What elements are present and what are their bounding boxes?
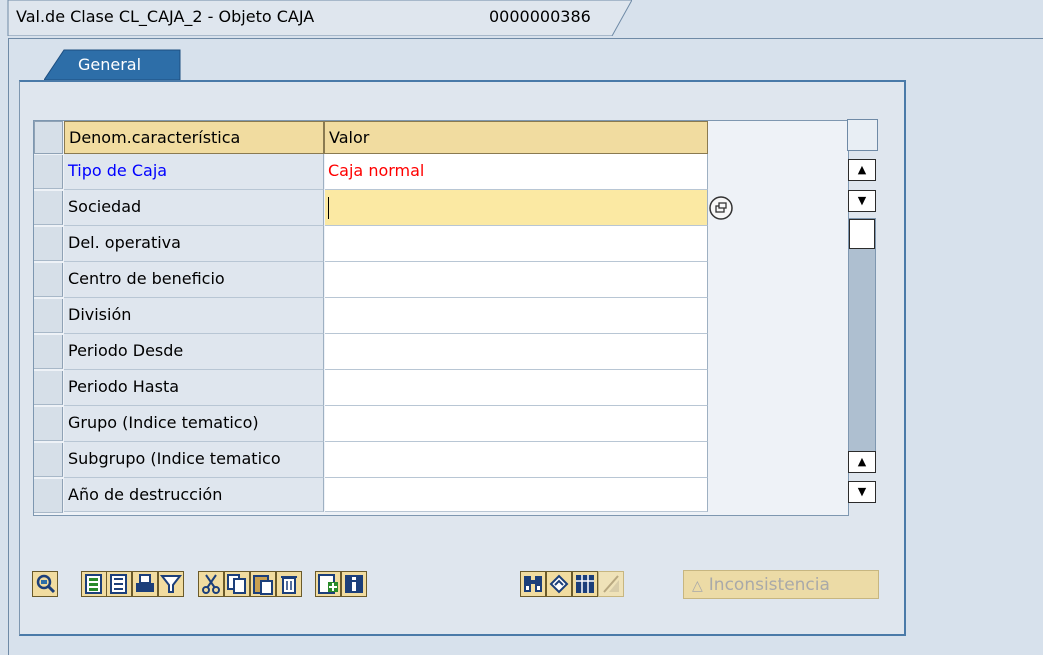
table-row-value[interactable]: Caja normal <box>325 154 708 190</box>
table-row-value[interactable] <box>325 442 708 478</box>
tab-general-label[interactable]: General <box>78 55 141 74</box>
scrollbar-thumb[interactable] <box>849 219 875 249</box>
table-row-value[interactable] <box>325 406 708 442</box>
row-selector[interactable] <box>34 191 63 225</box>
row-selector[interactable] <box>34 443 63 477</box>
insert-row-icon[interactable] <box>315 571 341 597</box>
vertical-scrollbar[interactable] <box>848 218 876 452</box>
row-selector[interactable] <box>34 227 63 261</box>
table-row-name: Periodo Desde <box>64 334 324 370</box>
details-icon[interactable] <box>32 571 58 597</box>
table-row-name: Tipo de Caja <box>64 154 324 190</box>
find-icon[interactable] <box>520 571 546 597</box>
row-selector[interactable] <box>34 407 63 441</box>
filter-icon[interactable] <box>158 571 184 597</box>
table-settings-button[interactable] <box>847 119 878 151</box>
table-row-value[interactable] <box>325 478 708 512</box>
delete-icon[interactable] <box>276 571 302 597</box>
sociedad-value-input[interactable] <box>325 190 708 226</box>
table-row-name: Sociedad <box>64 190 324 226</box>
inconsistency-button[interactable]: △ Inconsistencia <box>683 570 879 599</box>
column-header-value[interactable]: Valor <box>324 121 708 154</box>
table-row-value[interactable] <box>325 262 708 298</box>
undo-icon[interactable] <box>546 571 572 597</box>
table-row-name: Periodo Hasta <box>64 370 324 406</box>
information-icon[interactable] <box>341 571 367 597</box>
warning-icon: △ <box>692 578 703 594</box>
table-row-name: División <box>64 298 324 334</box>
screen-title: Val.de Clase CL_CAJA_2 - Objeto CAJA <box>16 7 315 26</box>
print-icon[interactable] <box>132 571 158 597</box>
deselect-all-icon[interactable] <box>106 571 132 597</box>
scroll-page-down-button[interactable]: ▼ <box>848 190 876 212</box>
table-row-name: Año de destrucción <box>64 478 324 512</box>
row-selector[interactable] <box>34 263 63 297</box>
row-selector[interactable] <box>34 155 63 189</box>
cut-icon[interactable] <box>198 571 224 597</box>
table-row-name: Grupo (Indice tematico) <box>64 406 324 442</box>
table-row-name: Del. operativa <box>64 226 324 262</box>
table-row-value[interactable] <box>325 370 708 406</box>
layout-icon[interactable] <box>572 571 598 597</box>
object-number: 0000000386 <box>489 7 591 26</box>
row-selector[interactable] <box>34 479 63 513</box>
column-header-characteristic[interactable]: Denom.característica <box>64 121 324 154</box>
table-row-name: Centro de beneficio <box>64 262 324 298</box>
value-help-icon[interactable] <box>708 195 734 221</box>
scroll-page-up-button[interactable]: ▲ <box>848 159 876 181</box>
table-row-value[interactable] <box>325 334 708 370</box>
row-selector[interactable] <box>34 335 63 369</box>
row-selector[interactable] <box>34 371 63 405</box>
paste-icon[interactable] <box>250 571 276 597</box>
copy-icon[interactable] <box>224 571 250 597</box>
sum-icon[interactable] <box>598 571 624 597</box>
table-row-name: Subgrupo (Indice tematico <box>64 442 324 478</box>
inconsistency-label: Inconsistencia <box>708 575 830 595</box>
scroll-down-button[interactable]: ▼ <box>848 481 876 503</box>
select-all-rows-button[interactable] <box>34 121 63 154</box>
table-row-value[interactable] <box>325 226 708 262</box>
table-row-value[interactable] <box>325 298 708 334</box>
row-selector[interactable] <box>34 299 63 333</box>
select-all-icon[interactable] <box>81 571 107 597</box>
text-cursor <box>328 197 329 219</box>
scroll-up-button[interactable]: ▲ <box>848 451 876 473</box>
